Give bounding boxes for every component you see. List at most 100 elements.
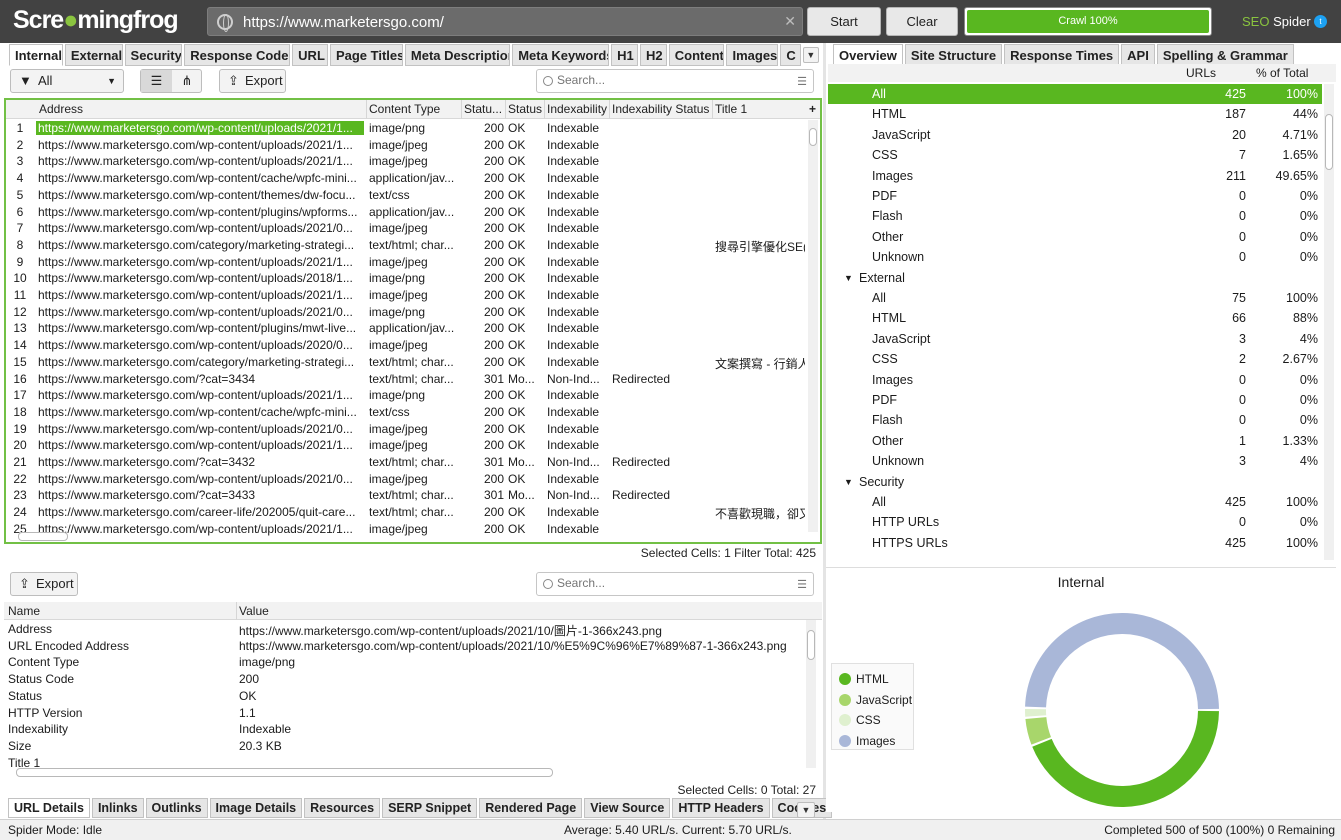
- detail-search-input[interactable]: [557, 576, 777, 590]
- col-content-type[interactable]: Content Type: [369, 102, 459, 116]
- twitter-icon[interactable]: t: [1314, 15, 1327, 28]
- overview-row[interactable]: PDF 0 0%: [828, 186, 1322, 206]
- tab-external[interactable]: External: [64, 44, 123, 66]
- table-row[interactable]: 2 https://www.marketersgo.com/wp-content/…: [6, 137, 806, 154]
- tab-meta-description[interactable]: Meta Description: [404, 44, 511, 66]
- tab-h2[interactable]: H2: [639, 44, 667, 66]
- table-row[interactable]: 15 https://www.marketersgo.com/category/m…: [6, 354, 806, 371]
- tab-rendered-page[interactable]: Rendered Page: [479, 798, 583, 818]
- tab-http-headers[interactable]: HTTP Headers: [672, 798, 770, 818]
- table-row[interactable]: 24 https://www.marketersgo.com/career-lif…: [6, 504, 806, 521]
- detail-row[interactable]: Indexability Indexable: [4, 721, 804, 738]
- tab-site-structure[interactable]: Site Structure: [904, 44, 1003, 66]
- table-row[interactable]: 23 https://www.marketersgo.com/?cat=3433 t…: [6, 487, 806, 504]
- table-row[interactable]: 25 https://www.marketersgo.com/wp-content…: [6, 521, 806, 538]
- table-row[interactable]: 5 https://www.marketersgo.com/wp-content/…: [6, 187, 806, 204]
- overview-row[interactable]: Images 211 49.65%: [828, 166, 1322, 186]
- col-name[interactable]: Name: [8, 604, 40, 618]
- table-row[interactable]: 22 https://www.marketersgo.com/wp-content…: [6, 471, 806, 488]
- overview-row[interactable]: Images 0 0%: [828, 370, 1322, 390]
- col-value[interactable]: Value: [239, 604, 269, 618]
- tab-view-source[interactable]: View Source: [584, 798, 671, 818]
- table-row[interactable]: 3 https://www.marketersgo.com/wp-content/…: [6, 153, 806, 170]
- donut-slice-css[interactable]: [1025, 709, 1047, 717]
- tab-images[interactable]: Images: [726, 44, 779, 66]
- overview-row[interactable]: JavaScript 20 4.71%: [828, 125, 1322, 145]
- table-row[interactable]: 8 https://www.marketersgo.com/category/ma…: [6, 237, 806, 254]
- table-row[interactable]: 18 https://www.marketersgo.com/wp-content…: [6, 404, 806, 421]
- table-row[interactable]: 6 https://www.marketersgo.com/wp-content/…: [6, 204, 806, 221]
- overview-row[interactable]: All 425 100%: [828, 492, 1322, 512]
- tab-image-details[interactable]: Image Details: [209, 798, 303, 818]
- table-row[interactable]: 7 https://www.marketersgo.com/wp-content/…: [6, 220, 806, 237]
- tab-page-titles[interactable]: Page Titles: [329, 44, 403, 66]
- overview-row[interactable]: CSS 7 1.65%: [828, 145, 1322, 165]
- table-row[interactable]: 9 https://www.marketersgo.com/wp-content/…: [6, 254, 806, 271]
- overview-row[interactable]: JavaScript 3 4%: [828, 329, 1322, 349]
- overview-row[interactable]: CSS 2 2.67%: [828, 349, 1322, 369]
- export-button[interactable]: ⇪ Export: [219, 69, 286, 93]
- detail-row[interactable]: URL Encoded Address https://www.marketers…: [4, 638, 804, 655]
- search-input[interactable]: [557, 73, 777, 87]
- overview-row[interactable]: HTTP URLs 0 0%: [828, 512, 1322, 532]
- table-row[interactable]: 11 https://www.marketersgo.com/wp-content…: [6, 287, 806, 304]
- overview-row[interactable]: All 425 100%: [828, 84, 1322, 104]
- tab-outlinks[interactable]: Outlinks: [145, 798, 208, 818]
- url-bar[interactable]: ✕: [207, 7, 803, 36]
- overview-row[interactable]: Flash 0 0%: [828, 410, 1322, 430]
- donut-slice-images[interactable]: [1025, 613, 1219, 710]
- donut-slice-javascript[interactable]: [1025, 717, 1052, 745]
- add-column-icon[interactable]: +: [809, 102, 816, 116]
- list-view-icon[interactable]: ☰: [141, 70, 172, 92]
- tab-spelling-grammar[interactable]: Spelling & Grammar: [1156, 44, 1294, 66]
- overview-row[interactable]: ▼ External: [828, 268, 1322, 288]
- grid-hscroll-thumb[interactable]: [18, 532, 68, 541]
- overview-row[interactable]: Unknown 0 0%: [828, 247, 1322, 267]
- grid-vscroll-thumb[interactable]: [809, 128, 817, 146]
- col-indexability[interactable]: Indexability: [547, 102, 609, 116]
- overview-row[interactable]: Other 0 0%: [828, 227, 1322, 247]
- detail-search[interactable]: ☰: [536, 572, 814, 596]
- tab-meta-keywords[interactable]: Meta Keywords: [512, 44, 610, 66]
- table-row[interactable]: 16 https://www.marketersgo.com/?cat=3434 t…: [6, 371, 806, 388]
- url-input[interactable]: [243, 12, 783, 32]
- tab-url-details[interactable]: URL Details: [8, 798, 90, 818]
- expand-icon[interactable]: ▼: [844, 477, 853, 487]
- tab-security[interactable]: Security: [124, 44, 183, 66]
- table-row[interactable]: 12 https://www.marketersgo.com/wp-content…: [6, 304, 806, 321]
- detail-row[interactable]: Size 20.3 KB: [4, 738, 804, 755]
- table-row[interactable]: 21 https://www.marketersgo.com/?cat=3432 t…: [6, 454, 806, 471]
- detail-export-button[interactable]: ⇪ Export: [10, 572, 78, 596]
- grid-vscroll[interactable]: [808, 120, 818, 532]
- tab-overview[interactable]: Overview: [833, 44, 903, 66]
- expand-icon[interactable]: ▼: [844, 273, 853, 283]
- filter-dropdown[interactable]: ▼ All ▼: [10, 69, 124, 93]
- table-row[interactable]: 17 https://www.marketersgo.com/wp-content…: [6, 387, 806, 404]
- overview-row[interactable]: ▼ Security: [828, 472, 1322, 492]
- tab-resources[interactable]: Resources: [304, 798, 381, 818]
- search-options-icon[interactable]: ☰: [797, 578, 807, 591]
- col-status-code[interactable]: Statu...: [464, 102, 502, 116]
- table-row[interactable]: 14 https://www.marketersgo.com/wp-content…: [6, 337, 806, 354]
- clear-url-icon[interactable]: ✕: [784, 13, 796, 30]
- tab-api[interactable]: API: [1121, 44, 1155, 66]
- overview-row[interactable]: PDF 0 0%: [828, 390, 1322, 410]
- col-indexability-status[interactable]: Indexability Status: [612, 102, 710, 116]
- col-title-1[interactable]: Title 1: [715, 102, 805, 116]
- overview-row[interactable]: HTTPS URLs 425 100%: [828, 533, 1322, 553]
- grid-search[interactable]: ☰: [536, 69, 814, 93]
- table-row[interactable]: 4 https://www.marketersgo.com/wp-content/…: [6, 170, 806, 187]
- overview-row[interactable]: Unknown 3 4%: [828, 451, 1322, 471]
- tab-response-codes[interactable]: Response Codes: [184, 44, 291, 66]
- donut-slice-html[interactable]: [1032, 710, 1219, 807]
- detail-row[interactable]: Status Code 200: [4, 671, 804, 688]
- tree-view-icon[interactable]: ⋔: [172, 70, 202, 92]
- overview-row[interactable]: Flash 0 0%: [828, 206, 1322, 226]
- overview-row[interactable]: All 75 100%: [828, 288, 1322, 308]
- table-row[interactable]: 20 https://www.marketersgo.com/wp-content…: [6, 437, 806, 454]
- overview-row[interactable]: HTML 66 88%: [828, 308, 1322, 328]
- tab-content[interactable]: Content: [668, 44, 725, 66]
- col-address[interactable]: Address: [39, 102, 83, 116]
- detail-row[interactable]: HTTP Version 1.1: [4, 705, 804, 722]
- table-row[interactable]: 1 https://www.marketersgo.com/wp-content/…: [6, 120, 806, 137]
